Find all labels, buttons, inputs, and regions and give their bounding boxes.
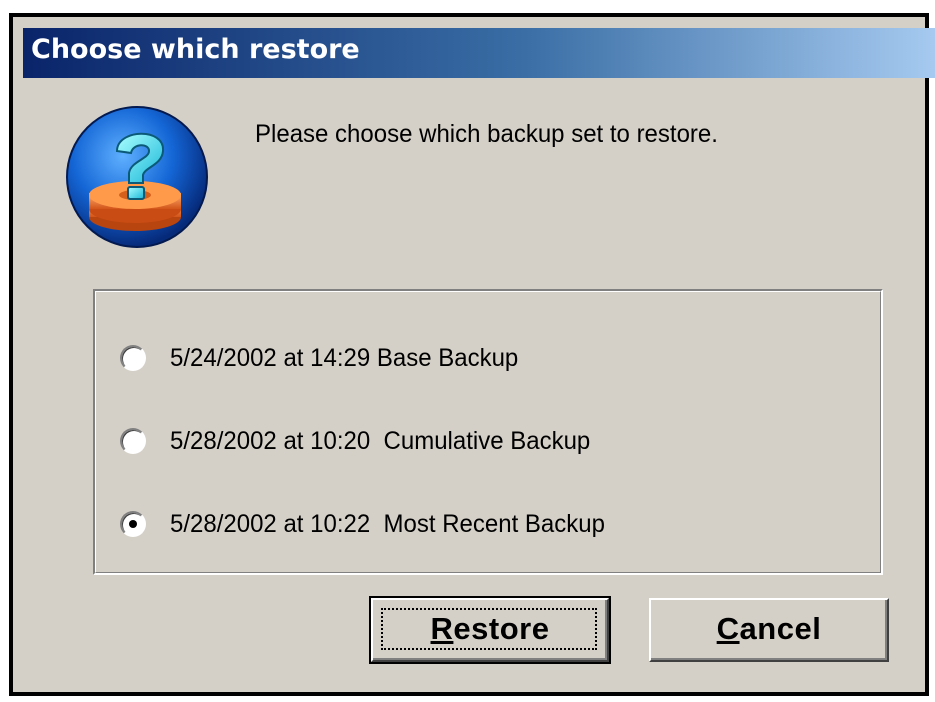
backup-set-group: 5/24/2002 at 14:29 Base Backup 5/28/2002…	[93, 289, 883, 575]
cancel-button[interactable]: Cancel	[649, 598, 889, 662]
radio-button[interactable]	[120, 511, 146, 537]
title-bar[interactable]: Choose which restore	[23, 28, 935, 78]
radio-button[interactable]	[120, 428, 146, 454]
restore-dialog: Choose which restore Please choose which…	[9, 13, 935, 696]
restore-mnemonic: R	[430, 611, 454, 646]
dialog-title: Choose which restore	[31, 34, 360, 65]
cancel-mnemonic: C	[716, 611, 740, 646]
instruction-text: Please choose which backup set to restor…	[255, 120, 718, 148]
restore-button[interactable]: Restore	[369, 596, 611, 664]
radio-button[interactable]	[120, 345, 146, 371]
question-disk-icon	[66, 106, 208, 248]
restore-label-rest: estore	[453, 611, 550, 646]
option-label: 5/28/2002 at 10:22 Most Recent Backup	[170, 509, 605, 538]
option-label: 5/24/2002 at 14:29 Base Backup	[170, 343, 519, 372]
backup-option-base[interactable]: 5/24/2002 at 14:29 Base Backup	[120, 338, 533, 378]
backup-option-cumulative[interactable]: 5/28/2002 at 10:20 Cumulative Backup	[120, 421, 608, 461]
option-label: 5/28/2002 at 10:20 Cumulative Backup	[170, 426, 591, 455]
cancel-label-rest: ancel	[739, 611, 822, 646]
backup-option-most-recent[interactable]: 5/28/2002 at 10:22 Most Recent Backup	[120, 504, 623, 544]
